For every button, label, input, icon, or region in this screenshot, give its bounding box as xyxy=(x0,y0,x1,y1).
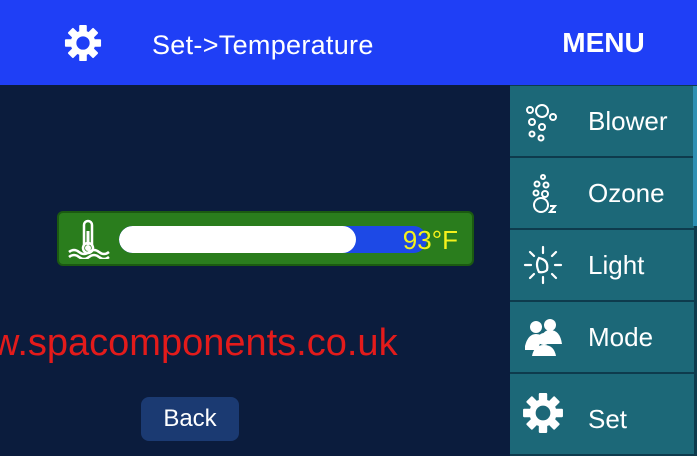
menu-item-label: Light xyxy=(588,250,645,280)
bubbles-icon xyxy=(526,104,557,142)
light-icon xyxy=(523,245,563,285)
thermometer-water-icon xyxy=(68,219,110,259)
header-bar: Set->Temperature xyxy=(0,0,510,85)
temperature-fill xyxy=(119,226,357,253)
menu-item-light[interactable]: Light xyxy=(510,230,694,302)
gear-icon xyxy=(64,24,102,62)
menu-item-label: Blower xyxy=(588,106,668,136)
main-content xyxy=(0,85,510,456)
menu-item-label: Ozone xyxy=(588,178,665,208)
back-button[interactable]: Back xyxy=(141,397,239,441)
menu-scrollbar[interactable] xyxy=(693,86,697,226)
menu-item-blower[interactable]: Blower xyxy=(510,86,694,158)
menu-panel: MENU Blower Ozone Light Mode Set xyxy=(510,0,697,456)
menu-item-set[interactable]: Set xyxy=(510,374,694,456)
temperature-slider[interactable]: 93°F xyxy=(57,211,474,266)
temperature-value: 93°F xyxy=(402,225,458,255)
menu-item-mode[interactable]: Mode xyxy=(510,302,694,374)
menu-item-label: Mode xyxy=(588,322,654,352)
ozone-icon xyxy=(532,174,558,213)
watermark-text: w.spacomponents.co.uk xyxy=(0,322,398,364)
page-title: Set->Temperature xyxy=(152,30,374,60)
menu-item-ozone[interactable]: Ozone xyxy=(510,158,694,230)
users-icon xyxy=(525,319,562,356)
gear-icon xyxy=(523,393,563,433)
temperature-track[interactable] xyxy=(119,226,427,253)
menu-title: MENU xyxy=(510,0,697,85)
menu-item-label: Set xyxy=(588,404,628,434)
